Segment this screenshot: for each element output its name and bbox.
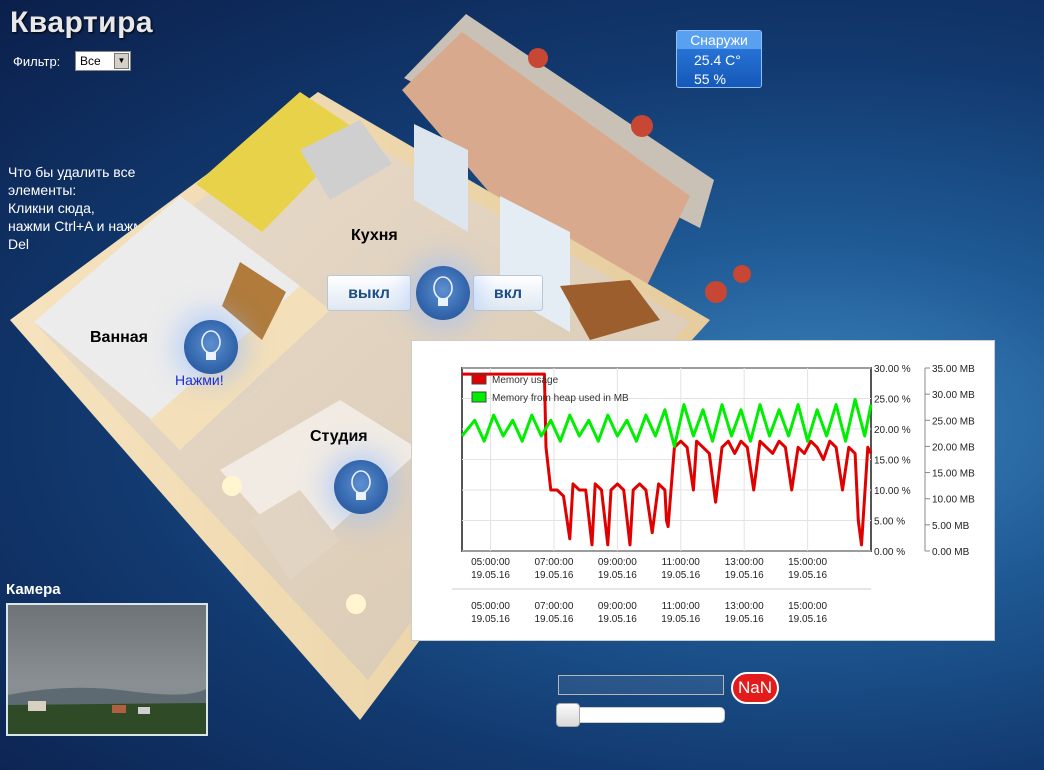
outside-temperature: 25.4 C°	[694, 52, 741, 68]
y-left-tick-label: 15.00 %	[874, 456, 911, 467]
value-slider[interactable]	[557, 707, 725, 723]
flower-pot	[631, 115, 653, 137]
studio-label: Студия	[310, 428, 368, 445]
x-tick-label: 19.05.16	[598, 570, 637, 581]
y-right-tick-label: 20.00 MB	[932, 442, 975, 453]
x-tick-label: 13:00:00	[725, 557, 764, 568]
x-tick-label: 19.05.16	[534, 614, 573, 625]
bathroom-label: Ванная	[90, 329, 149, 346]
lamp	[222, 476, 242, 496]
y-right-tick-label: 0.00 MB	[932, 547, 970, 558]
camera-title: Камера	[6, 581, 61, 598]
x-tick-label: 19.05.16	[534, 570, 573, 581]
outside-weather-widget[interactable]: Снаружи 25.4 C° 55 %	[676, 30, 762, 88]
y-left-tick-label: 30.00 %	[874, 364, 911, 375]
outside-title: Снаружи	[677, 31, 761, 49]
y-right-tick-label: 30.00 MB	[932, 390, 975, 401]
legend-label: Memory from heap used in MB	[492, 393, 629, 404]
y-right-tick-label: 35.00 MB	[932, 364, 975, 375]
bathroom-press-link[interactable]: Нажми!	[175, 372, 224, 388]
y-right-tick-label: 15.00 MB	[932, 469, 975, 480]
legend-label: Memory usage	[492, 375, 559, 386]
flower-pot	[733, 265, 751, 283]
x-tick-label: 09:00:00	[598, 601, 637, 612]
value-badge: NaN	[731, 672, 779, 704]
x-tick-label: 19.05.16	[471, 570, 510, 581]
y-right-tick-label: 10.00 MB	[932, 495, 975, 506]
x-tick-label: 15:00:00	[788, 557, 827, 568]
x-tick-label: 11:00:00	[662, 557, 701, 568]
light-bulb-icon[interactable]	[184, 320, 238, 374]
lamp	[346, 594, 366, 614]
outside-humidity: 55 %	[694, 71, 726, 87]
x-tick-label: 19.05.16	[661, 614, 700, 625]
y-left-tick-label: 5.00 %	[874, 517, 905, 528]
x-tick-label: 09:00:00	[598, 557, 637, 568]
kitchen-label: Кухня	[351, 227, 398, 244]
slider-handle[interactable]	[556, 703, 580, 727]
x-tick-label: 19.05.16	[725, 614, 764, 625]
y-right-tick-label: 25.00 MB	[932, 416, 975, 427]
x-tick-label: 19.05.16	[725, 570, 764, 581]
legend-swatch	[471, 373, 487, 385]
x-tick-label: 13:00:00	[725, 601, 764, 612]
x-tick-label: 19.05.16	[788, 614, 827, 625]
y-right-tick-label: 5.00 MB	[932, 521, 970, 532]
x-tick-label: 19.05.16	[598, 614, 637, 625]
memory-chart: Memory usage Memory from heap used in MB 3…	[452, 364, 975, 625]
camera-feed[interactable]	[6, 603, 208, 736]
kitchen-off-button[interactable]: выкл	[327, 275, 411, 311]
legend-swatch	[471, 391, 487, 403]
x-tick-label: 05:00:00	[471, 601, 510, 612]
light-bulb-icon[interactable]	[334, 460, 388, 514]
flower-pot	[705, 281, 727, 303]
x-tick-label: 19.05.16	[788, 570, 827, 581]
x-tick-label: 05:00:00	[471, 557, 510, 568]
x-tick-label: 19.05.16	[471, 614, 510, 625]
kitchen-on-button[interactable]: вкл	[473, 275, 543, 311]
y-left-tick-label: 20.00 %	[874, 425, 911, 436]
y-left-tick-label: 25.00 %	[874, 395, 911, 406]
y-left-tick-label: 10.00 %	[874, 486, 911, 497]
x-tick-label: 15:00:00	[788, 601, 827, 612]
flower-pot	[528, 48, 548, 68]
y-left-tick-label: 0.00 %	[874, 547, 905, 558]
x-tick-label: 07:00:00	[534, 557, 573, 568]
x-tick-label: 19.05.16	[661, 570, 700, 581]
memory-chart-panel[interactable]: Memory usage Memory from heap used in MB 3…	[411, 340, 995, 641]
x-tick-label: 11:00:00	[662, 601, 701, 612]
value-input[interactable]	[558, 675, 724, 695]
x-tick-label: 07:00:00	[534, 601, 573, 612]
light-bulb-icon[interactable]	[416, 266, 470, 320]
